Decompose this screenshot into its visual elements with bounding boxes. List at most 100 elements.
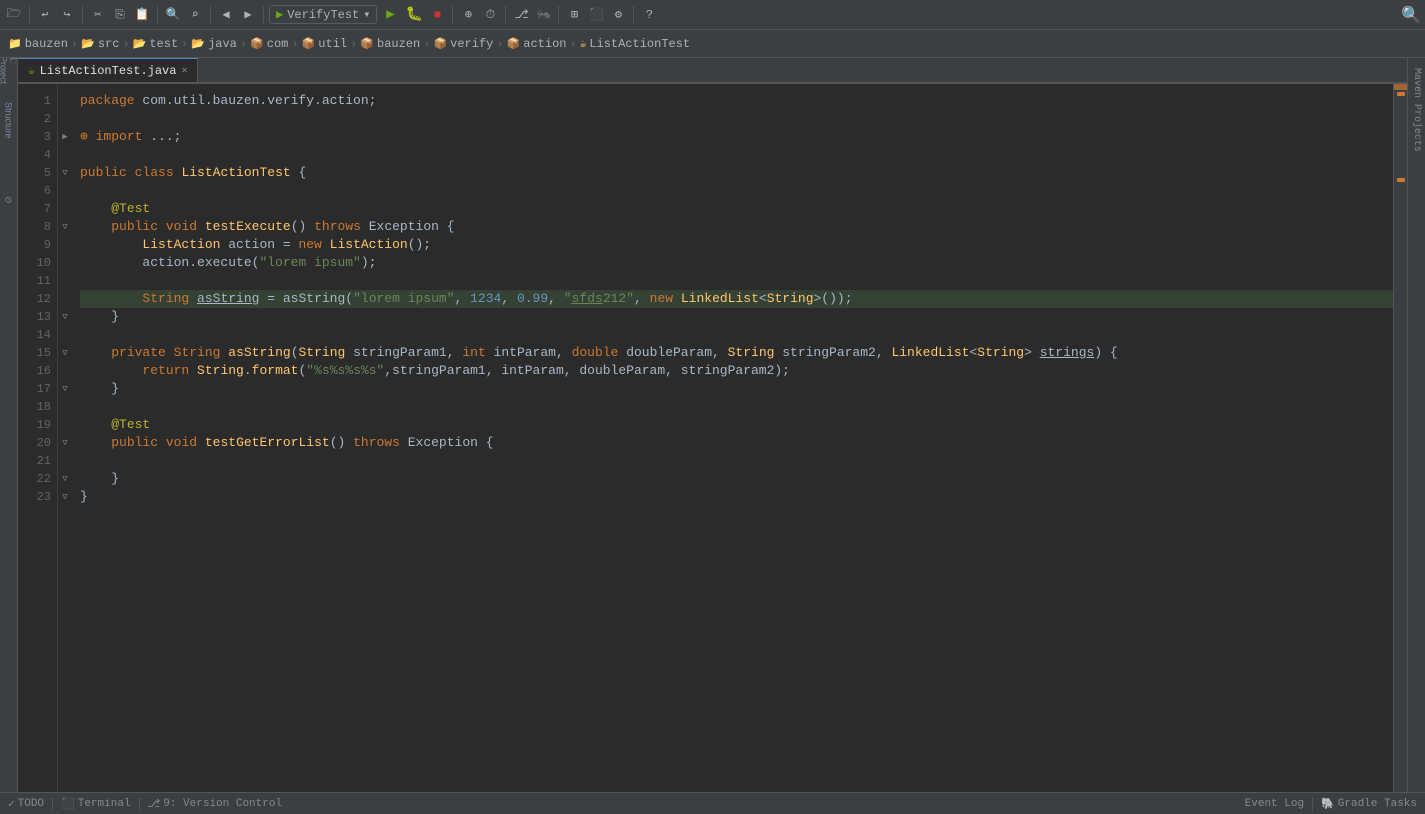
- terminal-label: Terminal: [78, 798, 131, 810]
- code-line-9: ListAction action = new ListAction();: [80, 236, 1393, 254]
- gradle-icon: 🐘: [1321, 797, 1335, 811]
- breadcrumb-project-icon: 📁: [8, 37, 22, 51]
- breadcrumb-listactiontest[interactable]: ☕ ListActionTest: [580, 37, 690, 51]
- toolbar-stop-icon[interactable]: ■: [427, 5, 447, 25]
- run-config-icon: ▶: [276, 7, 283, 22]
- toolbar-sep-7: [505, 6, 506, 24]
- run-button[interactable]: ▶: [379, 4, 401, 26]
- toolbar-find-icon[interactable]: 🔍: [163, 5, 183, 25]
- code-line-17: }: [80, 380, 1393, 398]
- version-control-item[interactable]: ⎇ 9: Version Control: [148, 797, 283, 811]
- breadcrumb-bauzen[interactable]: 📁 bauzen: [8, 37, 68, 51]
- breadcrumb-util-label: util: [318, 37, 347, 51]
- gradle-label: Gradle Tasks: [1338, 798, 1417, 810]
- breadcrumb-sep-6: ›: [350, 37, 357, 51]
- tab-java-icon: ☕: [28, 64, 35, 78]
- event-log-label: Event Log: [1245, 798, 1304, 810]
- breadcrumb-sep-1: ›: [71, 37, 78, 51]
- fold-method3-end[interactable]: ▽: [58, 470, 72, 488]
- toolbar-sep-9: [633, 6, 634, 24]
- toolbar-copy-icon[interactable]: ⎘: [110, 5, 130, 25]
- todo-label: TODO: [18, 798, 44, 810]
- toolbar-redo-icon[interactable]: ↪: [57, 5, 77, 25]
- code-line-21: [80, 452, 1393, 470]
- toolbar-sep-6: [452, 6, 453, 24]
- tab-listactiontest-java[interactable]: ☕ ListActionTest.java ✕: [18, 58, 198, 82]
- toolbar-sep-4: [210, 6, 211, 24]
- tab-close-active[interactable]: ✕: [181, 65, 187, 77]
- terminal-item[interactable]: ⬛ Terminal: [61, 797, 131, 811]
- toolbar-replace-icon[interactable]: ⌕: [185, 5, 205, 25]
- fold-method1[interactable]: ▽: [58, 218, 72, 236]
- code-content[interactable]: package com.util.bauzen.verify.action; ⊕…: [72, 84, 1393, 792]
- code-line-23: }: [80, 488, 1393, 506]
- toolbar-coverage-icon[interactable]: ⊕: [458, 5, 478, 25]
- breadcrumb-verify[interactable]: 📦 verify: [433, 37, 493, 51]
- maven-projects-tab[interactable]: Maven Projects: [1409, 62, 1424, 158]
- todo-icon: ✓: [8, 797, 15, 811]
- gradle-tasks-item[interactable]: 🐘 Gradle Tasks: [1321, 797, 1417, 811]
- fold-method2-end[interactable]: ▽: [58, 380, 72, 398]
- right-scrollbar[interactable]: [1393, 84, 1407, 792]
- toolbar-folder-icon[interactable]: 🗁: [4, 5, 24, 25]
- toolbar-undo-icon[interactable]: ↩: [35, 5, 55, 25]
- todo-item[interactable]: ✓ TODO: [8, 797, 44, 811]
- code-line-18: [80, 398, 1393, 416]
- breadcrumb-class-label: ListActionTest: [589, 37, 690, 51]
- breadcrumb-bauzen2-label: bauzen: [377, 37, 420, 51]
- breadcrumb-verify-label: verify: [450, 37, 493, 51]
- terminal-icon: ⬛: [61, 797, 75, 811]
- vcs-icon: ⎇: [148, 797, 161, 811]
- side-nav-icon[interactable]: ⊙: [1, 192, 17, 208]
- side-structure-icon[interactable]: Structure: [1, 112, 17, 128]
- toolbar-ant-icon[interactable]: 🐜: [533, 5, 553, 25]
- toolbar-help-icon[interactable]: ?: [639, 5, 659, 25]
- fold-gutter: ▶ ▽ ▽ ▽ ▽ ▽ ▽ ▽ ▽: [58, 84, 72, 792]
- breadcrumb-java[interactable]: 📂 java: [191, 37, 237, 51]
- breadcrumb-class-icon: ☕: [580, 37, 587, 51]
- toolbar-settings-icon[interactable]: ⚙: [608, 5, 628, 25]
- toolbar-search-everywhere-icon[interactable]: 🔍: [1401, 5, 1421, 25]
- scroll-marker-mid2: [1397, 178, 1405, 182]
- breadcrumb-src-icon: 📂: [81, 37, 95, 51]
- fold-method2[interactable]: ▽: [58, 344, 72, 362]
- toolbar-profile-icon[interactable]: ⏱: [480, 5, 500, 25]
- fold-class[interactable]: ▽: [58, 164, 72, 182]
- breadcrumb-test-icon: 📂: [133, 37, 147, 51]
- toolbar-paste-icon[interactable]: 📋: [132, 5, 152, 25]
- toolbar-forward-icon[interactable]: ▶: [238, 5, 258, 25]
- breadcrumb-sep-8: ›: [496, 37, 503, 51]
- run-config-selector[interactable]: ▶ VerifyTest ▾: [269, 5, 377, 24]
- fold-method3[interactable]: ▽: [58, 434, 72, 452]
- code-line-20: public void testGetErrorList() throws Ex…: [80, 434, 1393, 452]
- breadcrumb-action[interactable]: 📦 action: [507, 37, 567, 51]
- scroll-marker-mid1: [1397, 92, 1405, 96]
- code-line-5: public class ListActionTest {: [80, 164, 1393, 182]
- toolbar-terminal-icon[interactable]: ⬛: [586, 5, 606, 25]
- breadcrumb-util[interactable]: 📦 util: [302, 37, 348, 51]
- fold-method1-end[interactable]: ▽: [58, 308, 72, 326]
- code-editor[interactable]: 1 2 3 4 5 6 7 8 9 10 11 12 13 14 15 16 1…: [18, 84, 1407, 792]
- breadcrumb-src[interactable]: 📂 src: [81, 37, 119, 51]
- breadcrumb-com[interactable]: 📦 com: [250, 37, 288, 51]
- breadcrumb-util-icon: 📦: [302, 37, 316, 51]
- debug-button[interactable]: 🐛: [403, 4, 425, 26]
- scroll-marker-top: [1394, 84, 1407, 90]
- tab-bar: ☕ ListActionTest.java ✕: [18, 58, 1407, 84]
- run-config-label: VerifyTest: [287, 8, 359, 22]
- code-line-22: }: [80, 470, 1393, 488]
- toolbar-back-icon[interactable]: ◀: [216, 5, 236, 25]
- code-line-7: @Test: [80, 200, 1393, 218]
- fold-import[interactable]: ▶: [58, 128, 72, 146]
- fold-class-end[interactable]: ▽: [58, 488, 72, 506]
- toolbar-vcs-icon[interactable]: ⎇: [511, 5, 531, 25]
- toolbar-layout-icon[interactable]: ⊞: [564, 5, 584, 25]
- breadcrumb-test[interactable]: 📂 test: [133, 37, 179, 51]
- left-side-panel: 1: Project Structure ⊙: [0, 58, 18, 792]
- event-log-item[interactable]: Event Log: [1245, 798, 1304, 810]
- vcs-label: 9: Version Control: [163, 798, 282, 810]
- breadcrumb-verify-icon: 📦: [433, 37, 447, 51]
- breadcrumb-bauzen2[interactable]: 📦 bauzen: [360, 37, 420, 51]
- toolbar-cut-icon[interactable]: ✂: [88, 5, 108, 25]
- side-project-icon[interactable]: 1: Project: [1, 62, 17, 78]
